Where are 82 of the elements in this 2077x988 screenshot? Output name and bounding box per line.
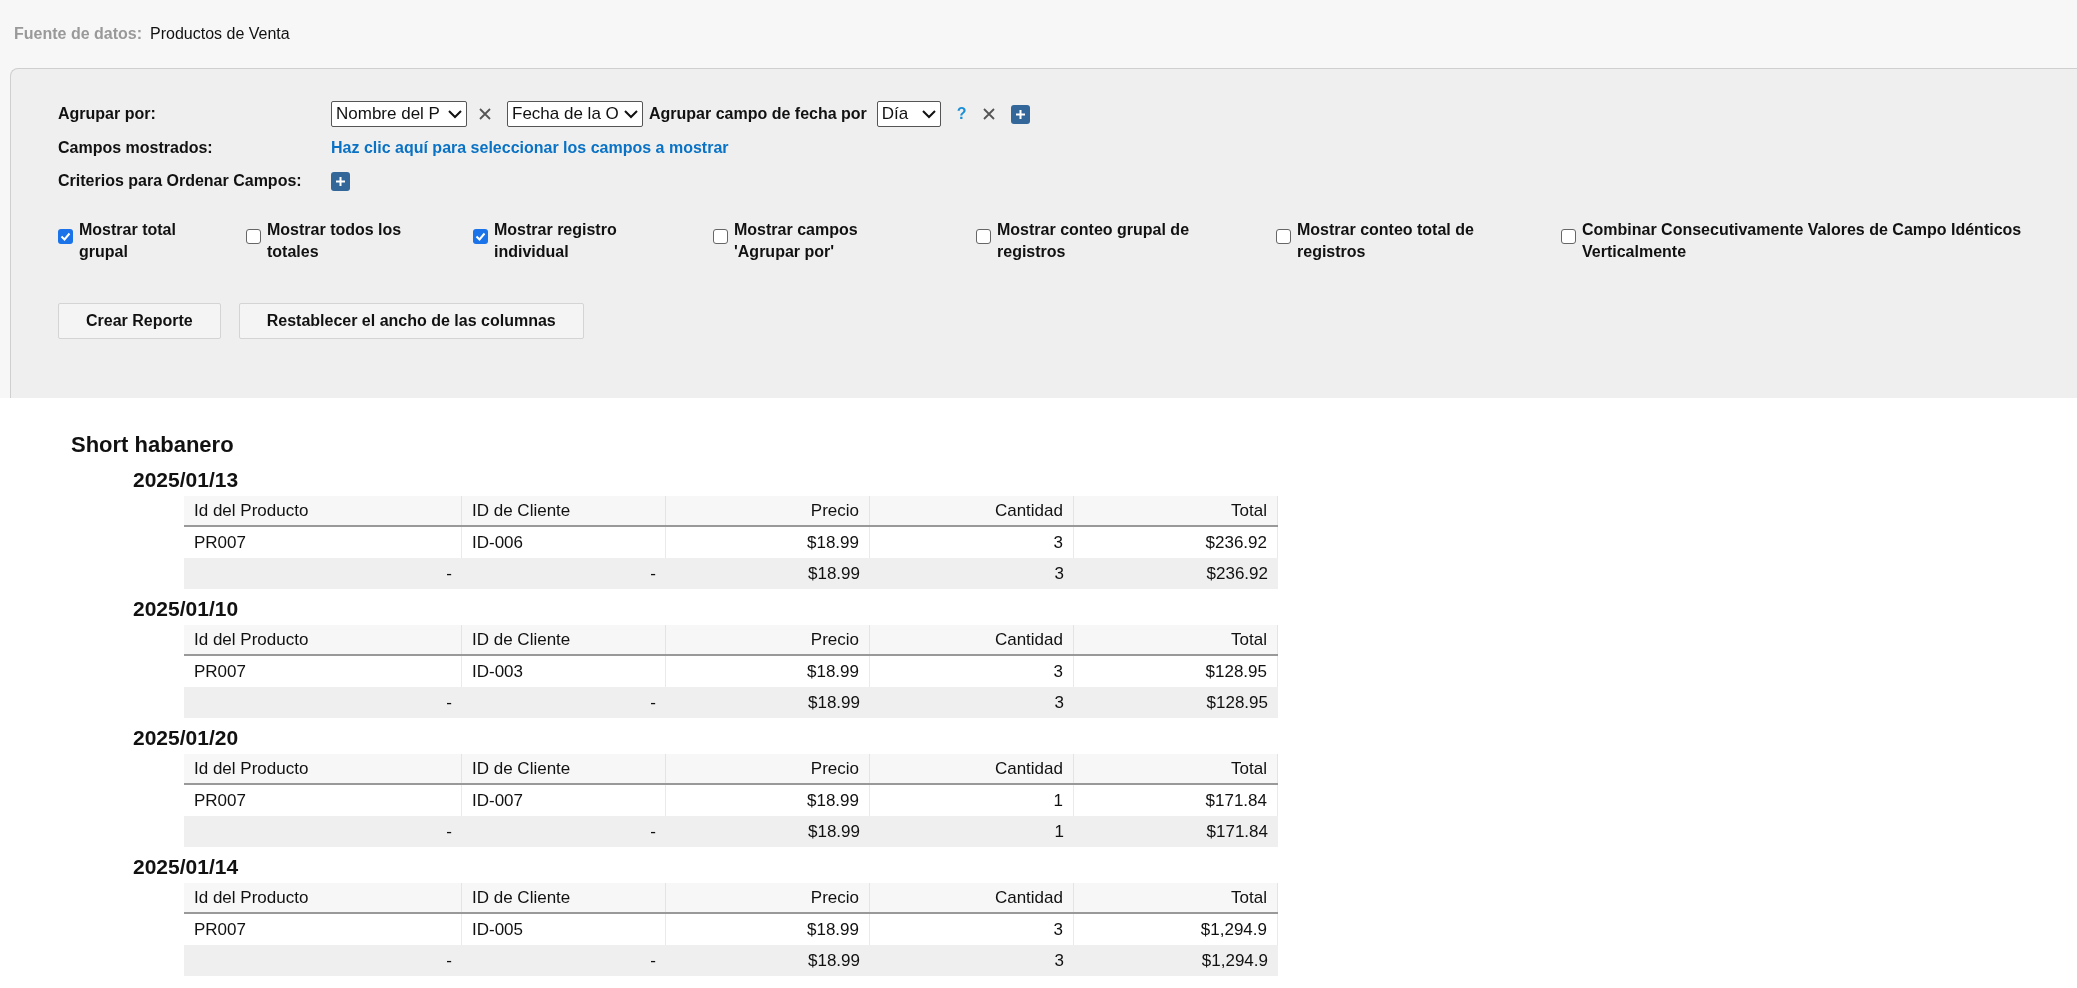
total-cell-text: 3 — [1053, 949, 1065, 972]
group-date: 2025/01/10 — [133, 596, 240, 622]
total-cell-text: 3 — [1053, 562, 1065, 585]
group-date: 2025/01/13 — [133, 467, 240, 493]
checkbox-label: Mostrar registro individual — [494, 220, 618, 262]
column-header: Total — [1074, 496, 1278, 525]
action-button[interactable]: Crear Reporte — [58, 303, 221, 339]
column-header: Precio — [666, 625, 870, 654]
column-header: Precio — [666, 754, 870, 783]
checkmark-icon — [475, 231, 486, 242]
total-cell-text: $236.92 — [1205, 562, 1269, 585]
total-cell-text: - — [649, 820, 657, 843]
column-header: Total — [1074, 883, 1278, 912]
chevron-down-icon — [921, 109, 936, 119]
column-header: ID de Cliente — [462, 883, 666, 912]
group-date: 2025/01/14 — [133, 854, 240, 880]
checkbox[interactable] — [976, 229, 991, 244]
total-cell-text: $1,294.9 — [1200, 949, 1269, 972]
chevron-down-icon — [624, 109, 638, 119]
total-cell-text: - — [445, 691, 453, 714]
total-cell-text: $18.99 — [807, 820, 861, 843]
total-cell-text: $18.99 — [807, 691, 861, 714]
total-cell-text: - — [649, 691, 657, 714]
select-fields-link[interactable]: Haz clic aquí para seleccionar los campos a mostrar — [331, 136, 729, 160]
fields-shown-label: Campos mostrados: — [58, 138, 214, 158]
column-header: ID de Cliente — [462, 496, 666, 525]
total-cell-text: - — [649, 562, 657, 585]
checkbox[interactable] — [1276, 229, 1291, 244]
total-cell-text: $128.95 — [1205, 691, 1269, 714]
column-header: Total — [1074, 625, 1278, 654]
total-cell-text: $18.99 — [807, 562, 861, 585]
select-field[interactable]: Fecha de la O — [507, 101, 643, 127]
add-button[interactable] — [1010, 104, 1030, 124]
checkbox[interactable] — [713, 229, 728, 244]
checkmark-icon — [60, 231, 71, 242]
plus-icon — [1014, 108, 1026, 120]
column-header: Id del Producto — [184, 754, 462, 783]
column-header: Precio — [666, 496, 870, 525]
checkbox-label: Mostrar campos 'Agrupar por' — [734, 220, 859, 262]
date-group-label: Agrupar campo de fecha por — [649, 104, 867, 124]
total-cell-text: - — [649, 949, 657, 972]
column-header: Precio — [666, 883, 870, 912]
total-cell-text: - — [445, 949, 453, 972]
column-header: ID de Cliente — [462, 625, 666, 654]
data-source-value: Productos de Venta — [150, 24, 290, 44]
plus-icon — [335, 175, 346, 187]
close-icon — [479, 108, 491, 120]
checkbox-label: Mostrar conteo total de registros — [1297, 220, 1475, 262]
data-source-label: Fuente de datos: — [14, 24, 142, 44]
total-cell-text: - — [445, 562, 453, 585]
select-field[interactable]: Nombre del P — [331, 101, 467, 127]
column-header: Cantidad — [870, 883, 1074, 912]
checkbox-label: Combinar Consecutivamente Valores de Campo Idénticos Verticalmente — [1582, 220, 2023, 262]
checkbox[interactable] — [58, 229, 73, 244]
sort-criteria-label: Criterios para Ordenar Campos: — [58, 171, 303, 191]
column-header: Cantidad — [870, 625, 1074, 654]
column-header: Id del Producto — [184, 883, 462, 912]
checkbox-label: Mostrar total grupal — [79, 220, 177, 262]
column-header: Id del Producto — [184, 496, 462, 525]
total-cell-text: $171.84 — [1205, 820, 1269, 843]
select-field[interactable]: Día — [876, 101, 941, 127]
group-by-label: Agrupar por: — [58, 104, 157, 124]
report-title: Short habanero — [71, 431, 235, 459]
total-cell-text: 3 — [1053, 691, 1065, 714]
checkbox[interactable] — [1561, 229, 1576, 244]
column-header: Cantidad — [870, 754, 1074, 783]
chevron-down-icon — [448, 109, 462, 119]
action-button[interactable]: Restablecer el ancho de las columnas — [238, 303, 584, 339]
add-button[interactable] — [331, 171, 350, 191]
total-cell-text: 1 — [1053, 820, 1065, 843]
column-header: Total — [1074, 754, 1278, 783]
checkbox-label: Mostrar conteo grupal de registros — [997, 220, 1191, 262]
checkbox-label: Mostrar todos los totales — [267, 220, 403, 262]
total-cell-text: - — [445, 820, 453, 843]
column-header: Id del Producto — [184, 625, 462, 654]
total-cell-text: $18.99 — [807, 949, 861, 972]
column-header: Cantidad — [870, 496, 1074, 525]
checkbox[interactable] — [473, 229, 488, 244]
checkbox[interactable] — [246, 229, 261, 244]
group-date: 2025/01/20 — [133, 725, 240, 751]
close-icon — [982, 108, 995, 120]
column-header: ID de Cliente — [462, 754, 666, 783]
